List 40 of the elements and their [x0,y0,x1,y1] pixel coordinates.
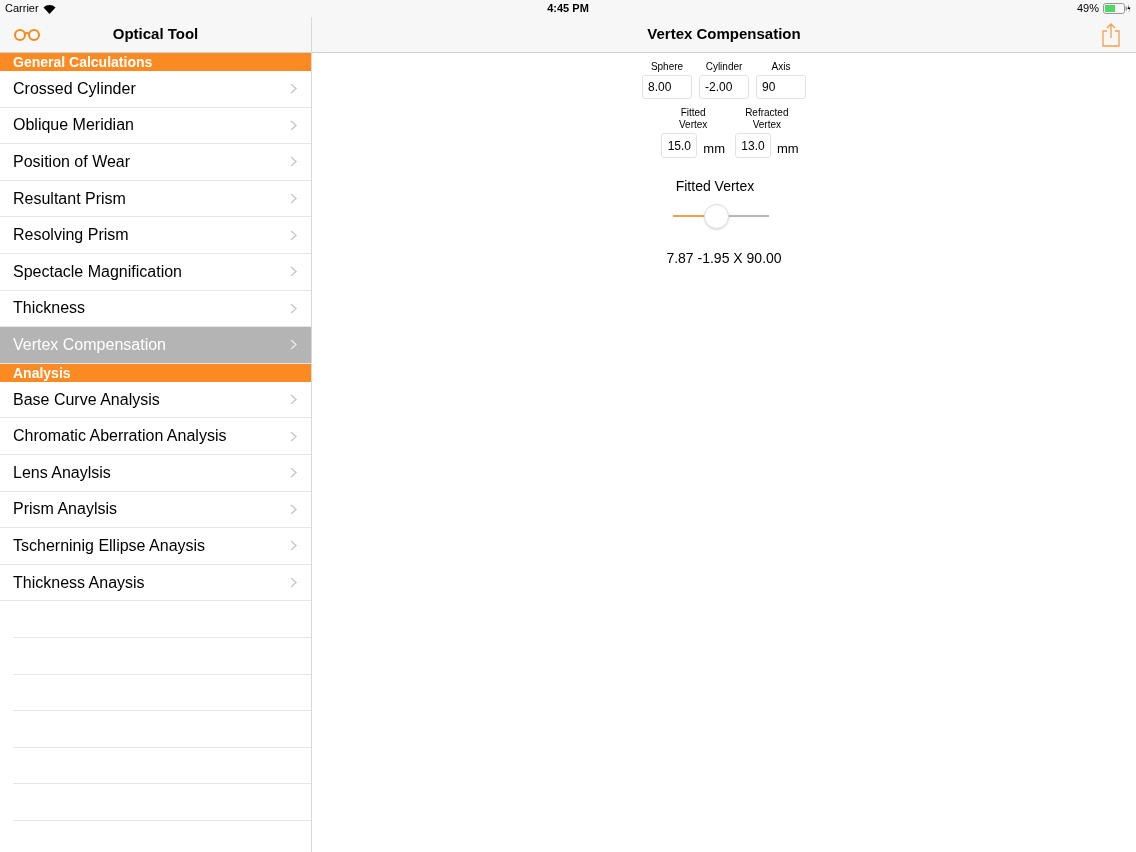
clock-time: 4:45 PM [547,1,589,17]
chevron-icon [290,503,297,515]
wifi-icon [42,3,56,14]
chevron-icon [290,266,297,278]
unit-label: mm [703,139,725,158]
chevron-icon [290,229,297,241]
chevron-icon [290,302,297,314]
result-text: 7.87 -1.95 X 90.00 [666,249,782,268]
chevron-icon [290,83,297,95]
field-label: Sphere [650,60,684,74]
battery-icon [1103,3,1131,14]
chevron-icon [290,430,297,442]
slider-thumb[interactable] [704,204,730,229]
field-label: Fitted Vertex [677,107,709,131]
sidebar-title: Optical Tool [111,24,200,45]
chevron-icon [290,394,297,406]
input-field[interactable]: 15.0 [661,133,698,158]
field-label: Refracted Vertex [744,107,790,131]
chevron-icon [290,119,297,131]
unit-label: mm [777,139,799,158]
chevron-icon [290,467,297,479]
carrier-label: Carrier [5,1,39,17]
field-label: Axis [771,60,791,74]
field-label: Cylinder [705,60,743,74]
chevron-icon [290,577,297,588]
chevron-icon [290,540,297,552]
input-field[interactable]: 8.00 [642,75,692,99]
battery-percentage: 49% [1077,1,1099,17]
input-field[interactable]: -2.00 [699,75,749,99]
chevron-icon [290,339,297,351]
slider-label: Fitted Vertex [675,177,755,196]
glasses-icon[interactable] [13,28,41,41]
chevron-icon [290,193,297,205]
share-icon[interactable] [1101,22,1121,47]
input-field[interactable]: 90 [756,75,806,99]
section-header: General Calculations [0,53,311,71]
slider-track[interactable] [673,203,769,230]
input-field[interactable]: 13.0 [735,133,771,158]
page-title: Vertex Compensation [646,24,802,45]
chevron-icon [290,156,297,168]
